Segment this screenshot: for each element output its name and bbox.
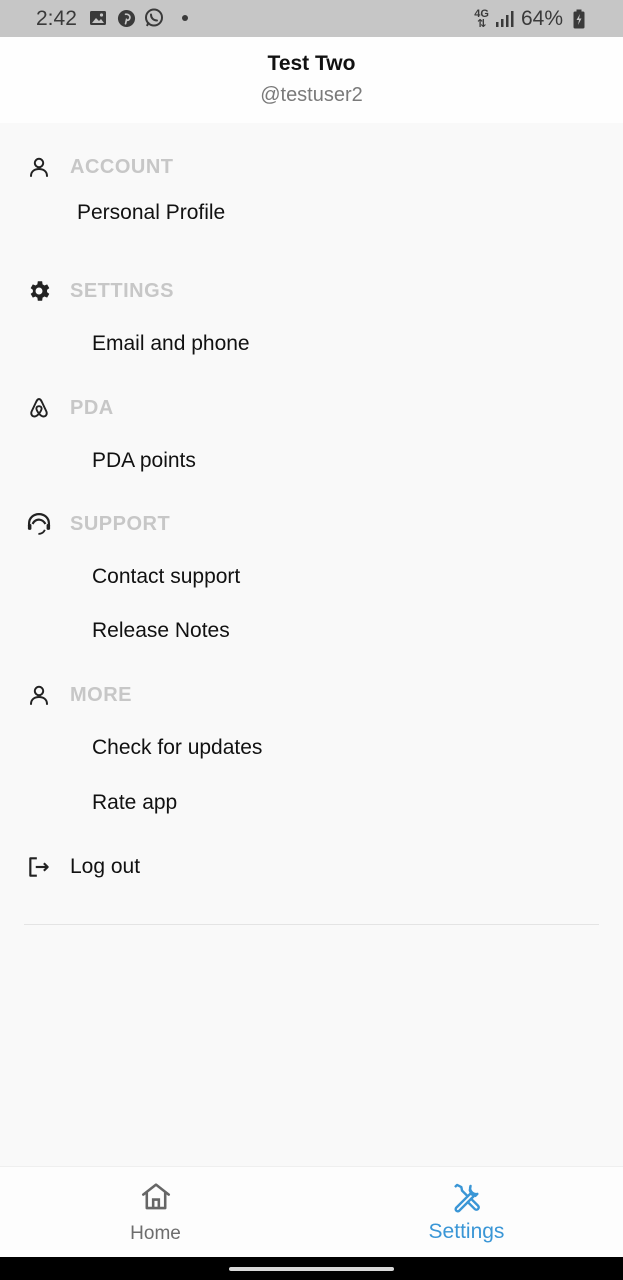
whatsapp-icon <box>144 8 164 28</box>
divider <box>24 924 599 925</box>
menu-item-release-notes[interactable]: Release Notes <box>92 619 230 643</box>
airbnb-logo-icon <box>24 393 54 423</box>
gear-icon <box>24 276 54 306</box>
logout-button[interactable]: Log out <box>24 851 140 883</box>
notification-icons <box>88 8 188 28</box>
section-label-account: ACCOUNT <box>70 155 174 178</box>
bottom-nav: Home Settings <box>0 1166 623 1258</box>
signal-icon <box>495 9 515 29</box>
person-icon <box>24 152 54 182</box>
section-account: ACCOUNT <box>24 152 174 182</box>
tools-icon <box>311 1180 622 1214</box>
person-icon <box>24 680 54 710</box>
section-more: MORE <box>24 680 132 710</box>
profile-header: Test Two @testuser2 <box>0 37 623 123</box>
home-icon <box>0 1180 311 1212</box>
status-time: 2:42 <box>36 7 77 30</box>
section-label-settings: SETTINGS <box>70 279 175 302</box>
home-gesture-handle[interactable] <box>229 1267 394 1271</box>
system-icons: 4G ⇅ 64% <box>474 7 589 31</box>
section-settings: SETTINGS <box>24 276 174 306</box>
menu-item-email-and-phone[interactable]: Email and phone <box>92 332 250 356</box>
logout-label: Log out <box>70 855 141 878</box>
battery-icon <box>569 9 589 29</box>
support-agent-icon <box>24 509 54 539</box>
nav-tab-home[interactable]: Home <box>0 1167 311 1258</box>
menu-item-check-for-updates[interactable]: Check for updates <box>92 736 262 760</box>
menu-item-personal-profile[interactable]: Personal Profile <box>77 201 225 225</box>
section-pda: PDA <box>24 393 114 423</box>
nav-label-settings: Settings <box>428 1220 505 1243</box>
nav-tab-settings[interactable]: Settings <box>311 1167 622 1258</box>
system-nav-bar <box>0 1257 623 1280</box>
network-type: 4G ⇅ <box>474 8 489 30</box>
section-label-support: SUPPORT <box>70 512 171 535</box>
pinterest-icon <box>116 8 136 28</box>
gallery-icon <box>88 8 108 28</box>
section-label-pda: PDA <box>70 396 114 419</box>
section-label-more: MORE <box>70 683 132 706</box>
section-support: SUPPORT <box>24 509 170 539</box>
status-bar: 2:42 4G ⇅ 64% <box>0 0 623 37</box>
profile-handle: @testuser2 <box>260 84 363 106</box>
menu-item-contact-support[interactable]: Contact support <box>92 565 240 589</box>
logout-icon <box>24 852 54 882</box>
menu-item-pda-points[interactable]: PDA points <box>92 449 196 473</box>
menu-item-rate-app[interactable]: Rate app <box>92 791 177 815</box>
battery-percent: 64% <box>520 7 563 30</box>
profile-name: Test Two <box>267 52 356 75</box>
nav-label-home: Home <box>130 1223 181 1244</box>
more-notifications-dot <box>182 15 188 21</box>
